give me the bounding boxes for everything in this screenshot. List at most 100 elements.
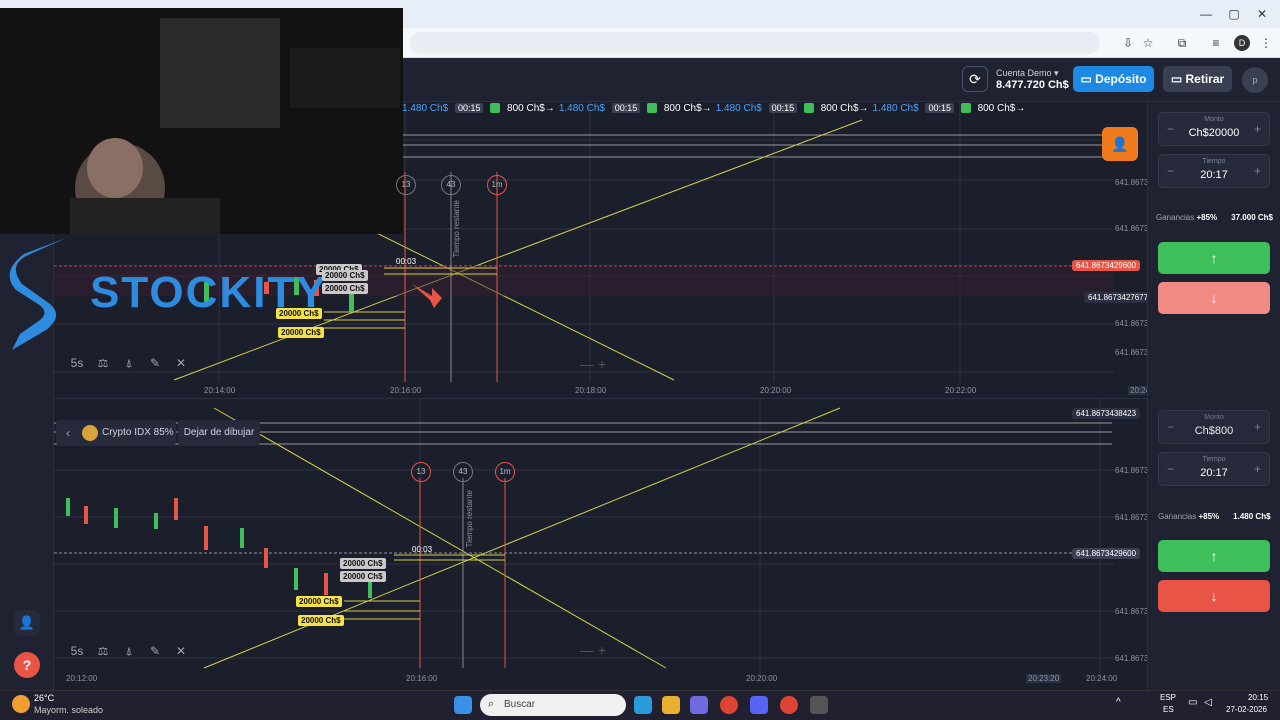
amount-field-bottom[interactable]: − Monto Ch$800 + xyxy=(1158,410,1270,444)
plus-icon[interactable]: + xyxy=(1254,164,1261,178)
edge-icon[interactable] xyxy=(634,696,652,714)
add-user-icon[interactable]: 👤 xyxy=(1102,127,1138,161)
close-icon[interactable]: ✕ xyxy=(168,356,194,370)
x-tick: 20:16:00 xyxy=(390,386,422,395)
ticker-time: 00:15 xyxy=(611,103,641,113)
asset-selector[interactable]: Crypto IDX 85% xyxy=(56,420,176,446)
trade-chip[interactable]: 20000 Ch$ xyxy=(322,270,368,281)
current-price-tag: 641.8673429600 xyxy=(1072,548,1141,559)
chevron-up-icon[interactable]: ^ xyxy=(1116,697,1121,708)
y-tick: 641.8673 xyxy=(1115,178,1149,187)
help-icon[interactable]: ? xyxy=(14,652,40,678)
minimize-icon[interactable]: — xyxy=(1198,6,1214,22)
volume-icon[interactable]: ◁ xyxy=(1204,697,1212,708)
pencil-icon[interactable]: ✎ xyxy=(142,356,168,370)
y-tick: 641.8673 xyxy=(1115,607,1149,616)
amount-field-top[interactable]: − Monto Ch$20000 + xyxy=(1158,112,1270,146)
remaining-label: Tiempo restante xyxy=(452,200,461,258)
plus-icon[interactable]: + xyxy=(1254,122,1261,136)
weather-icon[interactable] xyxy=(12,695,30,713)
network-icon[interactable]: ▭ xyxy=(1188,697,1197,708)
x-tick: 20:12:00 xyxy=(66,674,98,683)
clock-time[interactable]: 20:15 xyxy=(1248,693,1268,702)
chrome-icon[interactable] xyxy=(780,696,798,714)
close-window-icon[interactable]: ✕ xyxy=(1254,6,1270,22)
ticker-price: 1.480 Ch$ xyxy=(558,103,605,114)
user-support-icon[interactable]: 👤 xyxy=(14,610,40,636)
windows-start-icon[interactable] xyxy=(454,696,472,714)
x-tick: 20:14:00 xyxy=(204,386,236,395)
time-value[interactable]: 20:17 xyxy=(1159,467,1269,479)
x-tick: 20:18:00 xyxy=(575,386,607,395)
timeframe-button[interactable]: 5s xyxy=(64,644,90,658)
drawing-tools-icon[interactable]: ⍋ xyxy=(116,644,142,659)
chevron-left-icon[interactable]: ‹ xyxy=(66,426,70,440)
discord-icon[interactable] xyxy=(750,696,768,714)
pencil-icon[interactable]: ✎ xyxy=(142,644,168,658)
y-tick: 641.8673 xyxy=(1115,513,1149,522)
taskbar-search[interactable]: Buscar xyxy=(480,694,626,716)
plus-icon[interactable]: + xyxy=(1254,420,1261,434)
amount-value[interactable]: Ch$800 xyxy=(1159,425,1269,437)
amount-value[interactable]: Ch$20000 xyxy=(1159,127,1269,139)
indicators-icon[interactable]: ⚖ xyxy=(90,644,116,658)
folder-icon[interactable] xyxy=(662,696,680,714)
deposit-button[interactable]: ▭ Depósito xyxy=(1073,66,1154,92)
zoom-controls[interactable]: — + xyxy=(580,356,606,372)
menu-icon[interactable]: ⋮ xyxy=(1258,35,1274,51)
zoom-controls[interactable]: — + xyxy=(580,642,606,658)
countdown-label: 00:03 xyxy=(396,257,417,266)
withdraw-button[interactable]: ▭ Retirar xyxy=(1163,66,1232,92)
time-field-bottom[interactable]: − Tiempo 20:17 + xyxy=(1158,452,1270,486)
address-bar[interactable] xyxy=(410,32,1100,54)
avatar[interactable]: p xyxy=(1242,67,1268,93)
gain-row-bottom: Ganancias +85% 1.480 Ch$ xyxy=(1158,512,1271,521)
y-tick: 641.8673 xyxy=(1115,348,1149,357)
sell-down-button[interactable]: ↓ xyxy=(1158,580,1270,612)
trade-chip[interactable]: 20000 Ch$ xyxy=(322,283,368,294)
y-tick: 641.8673 xyxy=(1115,466,1149,475)
ticker-amount: 800 Ch$→ xyxy=(977,103,1026,114)
arrow-up-icon xyxy=(490,103,501,114)
countdown-circle: 43 xyxy=(453,462,473,482)
x-tick: 20:16:00 xyxy=(406,674,438,683)
close-icon[interactable]: ✕ xyxy=(168,644,194,658)
trade-chip[interactable]: 20000 Ch$ xyxy=(340,558,386,569)
buy-up-button[interactable]: ↑ xyxy=(1158,540,1270,572)
buy-up-button[interactable]: ↑ xyxy=(1158,242,1270,274)
x-tick: 20:23:20 xyxy=(1026,674,1062,683)
timeframe-button[interactable]: 5s xyxy=(64,356,90,370)
time-value[interactable]: 20:17 xyxy=(1159,169,1269,181)
stop-drawing-button[interactable]: Dejar de dibujar xyxy=(178,420,260,446)
drawing-tools-icon[interactable]: ⍋ xyxy=(116,356,142,371)
sell-down-button[interactable]: ↓ xyxy=(1158,282,1270,314)
browser-profile-icon[interactable]: D xyxy=(1234,35,1250,51)
plus-icon[interactable]: + xyxy=(1254,462,1261,476)
language-label[interactable]: ESP xyxy=(1160,693,1176,702)
webcam-overlay xyxy=(0,8,403,234)
install-icon[interactable]: ⇩ xyxy=(1120,35,1136,51)
media-icon[interactable]: ≡ xyxy=(1208,35,1224,51)
ticker-amount: 800 Ch$→ xyxy=(663,103,712,114)
star-icon[interactable]: ☆ xyxy=(1140,35,1156,51)
trade-chip[interactable]: 20000 Ch$ xyxy=(276,308,322,319)
trade-chip[interactable]: 20000 Ch$ xyxy=(296,596,342,607)
trade-chip[interactable]: 20000 Ch$ xyxy=(298,615,344,626)
ticker-time: 00:15 xyxy=(454,103,484,113)
extensions-icon[interactable]: ⧉ xyxy=(1174,35,1190,51)
chrome-icon[interactable] xyxy=(720,696,738,714)
trade-chip[interactable]: 20000 Ch$ xyxy=(340,571,386,582)
watermark-s-icon xyxy=(9,238,67,350)
ticker-time: 00:15 xyxy=(768,103,798,113)
clock-date: 27-02-2026 xyxy=(1226,705,1267,714)
maximize-icon[interactable]: ▢ xyxy=(1226,6,1242,22)
x-tick: 20:20:00 xyxy=(746,674,778,683)
time-field-top[interactable]: − Tiempo 20:17 + xyxy=(1158,154,1270,188)
refresh-icon[interactable]: ⟳ xyxy=(962,66,988,92)
trade-chip[interactable]: 20000 Ch$ xyxy=(278,327,324,338)
teams-icon[interactable] xyxy=(690,696,708,714)
account-type[interactable]: Cuenta Demo ▾ xyxy=(996,68,1059,79)
trades-ticker: 1.480 Ch$ 00:15 800 Ch$→ 1.480 Ch$ 00:15 … xyxy=(402,103,1147,121)
app-icon[interactable] xyxy=(810,696,828,714)
indicators-icon[interactable]: ⚖ xyxy=(90,356,116,370)
